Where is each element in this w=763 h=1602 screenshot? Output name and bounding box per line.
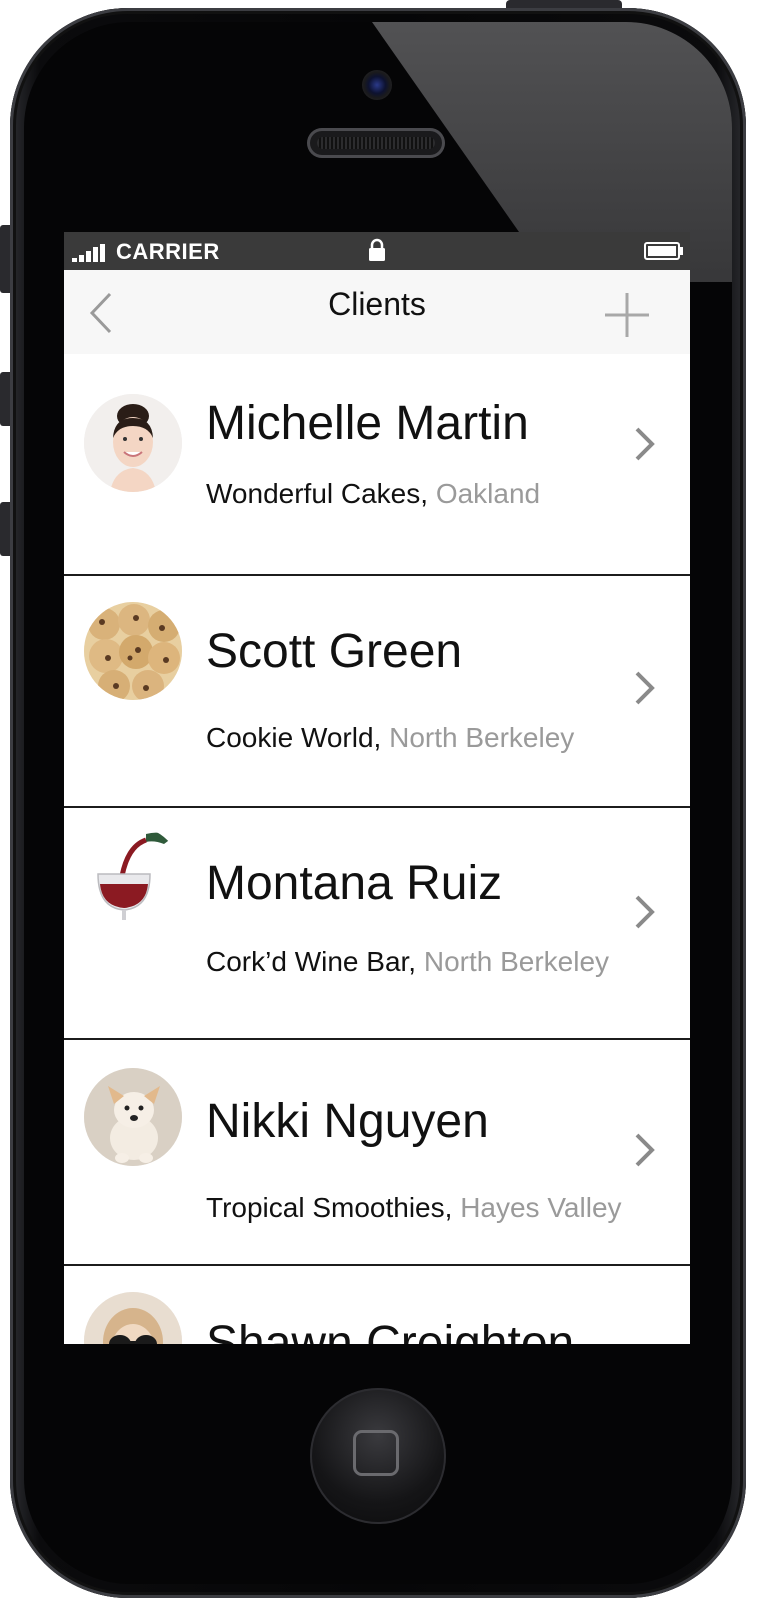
client-name: Montana Ruiz (206, 857, 503, 910)
volume-down-button (0, 502, 10, 556)
chevron-right-icon (635, 1133, 655, 1167)
client-location: North Berkeley (389, 722, 575, 753)
client-row[interactable]: Shawn Creighton (64, 1266, 690, 1344)
cookies-icon (84, 602, 182, 700)
avatar (84, 1068, 182, 1166)
avatar (84, 826, 182, 924)
page-title: Clients (328, 286, 426, 322)
add-client-button[interactable] (602, 290, 652, 340)
wine-glass-icon (84, 826, 182, 924)
client-location: North Berkeley (423, 946, 610, 977)
client-company: Tropical Smoothies, (206, 1192, 453, 1223)
client-details: Wonderful Cakes, Oakland (206, 478, 540, 510)
chevron-right-icon (635, 895, 655, 929)
client-details: Cork’d Wine Bar, North Berkeley (206, 946, 609, 978)
navigation-bar: Clients (64, 270, 690, 354)
front-camera (362, 70, 392, 100)
client-company: Cork’d Wine Bar, (206, 946, 417, 977)
signal-strength-icon (72, 244, 110, 262)
home-square-icon (353, 1430, 399, 1476)
avatar (84, 394, 182, 492)
chevron-right-icon (635, 671, 655, 705)
client-row[interactable]: Michelle Martin Wonderful Cakes, Oakland (64, 354, 690, 576)
volume-up-button (0, 372, 10, 426)
client-row[interactable]: Montana Ruiz Cork’d Wine Bar, North Berk… (64, 808, 690, 1040)
client-name: Michelle Martin (206, 397, 529, 450)
client-list: Michelle Martin Wonderful Cakes, Oakland (64, 354, 690, 1344)
lock-icon (369, 238, 385, 261)
avatar (84, 602, 182, 700)
mute-switch (0, 225, 10, 293)
client-location: Hayes Valley (460, 1192, 622, 1223)
client-company: Cookie World, (206, 722, 382, 753)
chevron-right-icon (635, 427, 655, 461)
client-name: Nikki Nguyen (206, 1095, 489, 1148)
device-mockup: CARRIER Clients Michelle Martin Wonderfu… (0, 0, 763, 1602)
screen: CARRIER Clients Michelle Martin Wonderfu… (64, 232, 690, 1344)
client-name: Scott Green (206, 625, 463, 678)
carrier-label: CARRIER (116, 239, 220, 264)
client-details: Tropical Smoothies, Hayes Valley (206, 1192, 622, 1224)
client-row[interactable]: Nikki Nguyen Tropical Smoothies, Hayes V… (64, 1040, 690, 1266)
status-bar: CARRIER (64, 232, 690, 270)
client-name: Shawn Creighton (206, 1317, 575, 1344)
avatar (84, 1292, 182, 1344)
client-details: Cookie World, North Berkeley (206, 722, 574, 754)
battery-icon (644, 242, 683, 260)
client-location: Oakland (435, 478, 541, 509)
client-company: Wonderful Cakes, (206, 478, 429, 509)
home-button[interactable] (310, 1388, 446, 1524)
sunglasses-person-icon (84, 1292, 182, 1344)
earpiece-speaker (307, 128, 445, 158)
client-row[interactable]: Scott Green Cookie World, North Berkeley (64, 576, 690, 808)
puppy-icon (84, 1068, 182, 1166)
woman-portrait-icon (84, 394, 182, 492)
